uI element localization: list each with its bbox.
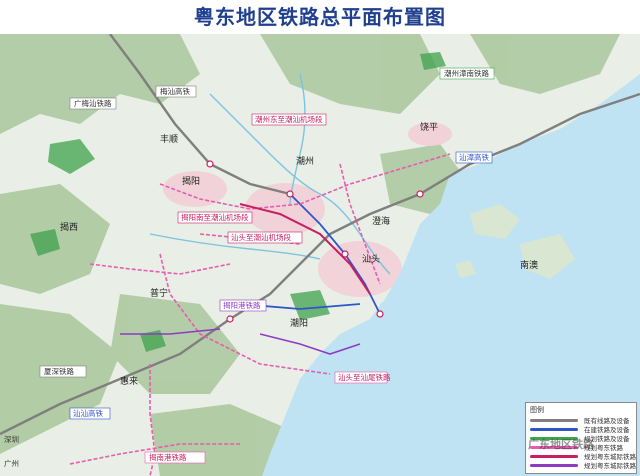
- place-shantou: 汕头: [362, 254, 380, 265]
- legend-swatch: [530, 464, 578, 467]
- label-xiamen-shenzhen: 厦深铁路: [44, 366, 74, 376]
- label-jieyang-airport: 揭阳南至潮汕机场段: [181, 212, 249, 222]
- watermark: 广东地区铁路: [528, 438, 594, 451]
- label-zhangzhou: 潮州漳南铁路: [444, 68, 489, 78]
- label-shanshan: 汕汕高铁: [73, 408, 103, 418]
- label-shanzhang: 汕漳高铁: [459, 152, 489, 162]
- legend-item: 既有线路及设备: [530, 415, 634, 425]
- legend-swatch: [530, 419, 578, 422]
- label-guangzhou: 广州: [4, 458, 19, 468]
- place-raoping: 饶平: [420, 121, 438, 133]
- legend-item: 在建铁路及设备: [530, 424, 634, 434]
- label-shantou-south: 汕头至汕尾铁路: [338, 372, 391, 382]
- place-jieyang: 揭阳: [182, 175, 200, 187]
- map-figure: 粤东地区铁路总平面布置图 广梅汕铁路 梅汕高铁 潮州东至潮汕机场段 揭阳南至潮汕…: [0, 0, 640, 476]
- label-meizhou-link: 揭阳港铁路: [223, 300, 261, 310]
- place-huilai: 惠来: [120, 375, 138, 387]
- place-chaoyang: 潮阳: [290, 317, 308, 329]
- label-chaoshan-airport: 潮州东至潮汕机场段: [255, 114, 323, 124]
- place-chaozhou: 潮州: [296, 155, 314, 167]
- map-title: 粤东地区铁路总平面布置图: [194, 5, 446, 29]
- legend-swatch: [530, 428, 578, 431]
- place-jiexi: 揭西: [60, 221, 78, 233]
- label-shenzhen: 深圳: [4, 434, 19, 444]
- place-puning: 普宁: [150, 287, 168, 299]
- label-guangmei: 广梅汕铁路: [74, 98, 112, 108]
- place-fengshun: 丰顺: [160, 133, 178, 145]
- legend-title: 图例: [530, 406, 544, 414]
- label-shantou-airport: 汕头至潮汕机场段: [231, 232, 291, 242]
- place-nanao: 南澳: [520, 259, 538, 271]
- place-chenghai: 澄海: [372, 215, 390, 227]
- label-jieyang-nan: 揭南港铁路: [149, 452, 187, 462]
- label-meishan: 梅汕高铁: [160, 86, 190, 96]
